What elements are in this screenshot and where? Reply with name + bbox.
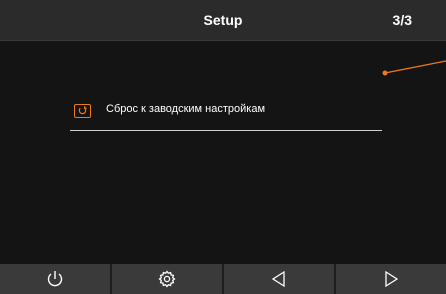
page-indicator: 3/3 xyxy=(392,12,412,28)
triangle-right-icon xyxy=(385,270,399,288)
next-button[interactable] xyxy=(336,264,446,294)
power-icon xyxy=(47,271,63,287)
previous-button[interactable] xyxy=(224,264,336,294)
bottom-nav-bar xyxy=(0,264,446,294)
settings-content: Сброс к заводским настройкам xyxy=(0,41,446,264)
page-title: Setup xyxy=(203,12,243,28)
callout-pointer xyxy=(382,60,446,76)
triangle-left-icon xyxy=(271,270,285,288)
header-bar: Setup 3/3 xyxy=(0,0,446,41)
settings-button[interactable] xyxy=(112,264,224,294)
gear-icon xyxy=(158,270,176,288)
power-button[interactable] xyxy=(0,264,112,294)
